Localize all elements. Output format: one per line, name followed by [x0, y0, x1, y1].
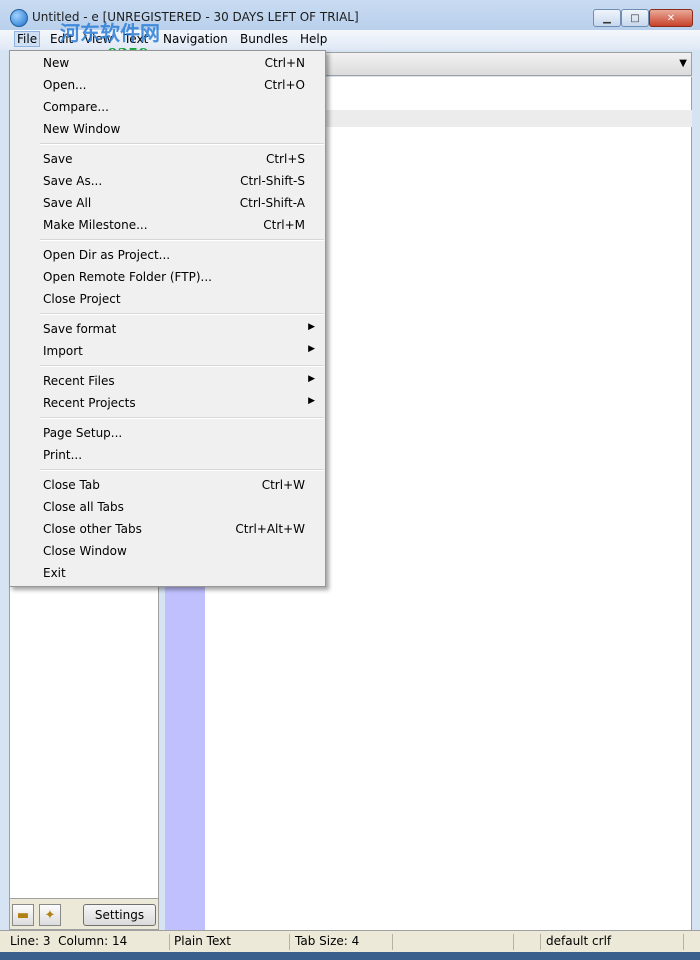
menu-separator: [40, 143, 324, 145]
new-file-button[interactable]: ✦: [39, 904, 61, 926]
menu-item-recent-files[interactable]: Recent Files ▶: [10, 370, 325, 392]
menu-item-shortcut: Ctrl+M: [263, 218, 305, 232]
status-bar: Line: 3 Column: 14 Plain Text Tab Size: …: [0, 930, 700, 952]
menu-item-shortcut: Ctrl+W: [261, 478, 305, 492]
menu-bundles[interactable]: Bundles: [238, 32, 290, 46]
menu-item-open[interactable]: Open... Ctrl+O: [10, 74, 325, 96]
status-column: Column: 14: [58, 934, 128, 948]
menu-item-label: Open Dir as Project...: [43, 248, 171, 262]
menu-item-label: Close other Tabs: [43, 522, 142, 536]
submenu-arrow-icon: ▶: [308, 396, 315, 406]
menu-item-label: Recent Projects: [43, 396, 136, 410]
menu-item-label: Open...: [43, 78, 87, 92]
maximize-icon: □: [630, 12, 640, 24]
menu-item-shortcut: Ctrl+N: [264, 56, 305, 70]
menu-item-label: Print...: [43, 448, 83, 462]
open-folder-button[interactable]: ▬: [12, 904, 34, 926]
submenu-arrow-icon: ▶: [308, 322, 315, 332]
status-line-column: Line: 3 Column: 14: [8, 934, 170, 950]
status-line-ending[interactable]: default crlf: [544, 934, 684, 950]
menu-separator: [40, 365, 324, 367]
menu-item-make-milestone[interactable]: Make Milestone... Ctrl+M: [10, 214, 325, 236]
close-button[interactable]: ✕: [649, 9, 693, 27]
menu-item-shortcut: Ctrl-Shift-S: [240, 174, 305, 188]
status-line: Line: 3: [10, 934, 51, 948]
menu-item-import[interactable]: Import ▶: [10, 340, 325, 362]
menu-navigation[interactable]: Navigation: [161, 32, 230, 46]
menu-item-label: Make Milestone...: [43, 218, 148, 232]
menu-item-label: Page Setup...: [43, 426, 123, 440]
menu-item-label: Save As...: [43, 174, 103, 188]
menu-separator: [40, 313, 324, 315]
settings-button[interactable]: Settings: [83, 904, 156, 926]
menu-file[interactable]: File: [14, 31, 41, 47]
menu-separator: [40, 417, 324, 419]
menu-item-label: Close all Tabs: [43, 500, 124, 514]
taskbar: [0, 952, 700, 960]
menu-item-label: Close Tab: [43, 478, 100, 492]
menu-item-open-remote-folder-ftp[interactable]: Open Remote Folder (FTP)...: [10, 266, 325, 288]
menu-item-shortcut: Ctrl-Shift-A: [239, 196, 305, 210]
menu-item-page-setup[interactable]: Page Setup...: [10, 422, 325, 444]
folder-icon: ▬: [16, 907, 30, 923]
menu-item-label: Import: [43, 344, 83, 358]
menu-item-close-other-tabs[interactable]: Close other Tabs Ctrl+Alt+W: [10, 518, 325, 540]
menu-item-label: Recent Files: [43, 374, 115, 388]
menu-item-new-window[interactable]: New Window: [10, 118, 325, 140]
menu-item-label: Compare...: [43, 100, 109, 114]
menu-item-label: Close Project: [43, 292, 121, 306]
menu-item-close-all-tabs[interactable]: Close all Tabs: [10, 496, 325, 518]
submenu-arrow-icon: ▶: [308, 374, 315, 384]
menu-item-compare[interactable]: Compare...: [10, 96, 325, 118]
menu-item-close-project[interactable]: Close Project: [10, 288, 325, 310]
menu-help[interactable]: Help: [298, 32, 329, 46]
maximize-button[interactable]: □: [621, 9, 649, 27]
menu-item-save-as[interactable]: Save As... Ctrl-Shift-S: [10, 170, 325, 192]
menu-item-label: Close Window: [43, 544, 127, 558]
app-logo-icon[interactable]: [10, 9, 28, 27]
menu-item-shortcut: Ctrl+O: [264, 78, 305, 92]
menu-item-label: Open Remote Folder (FTP)...: [43, 270, 212, 284]
menu-item-exit[interactable]: Exit: [10, 562, 325, 584]
menu-item-save-all[interactable]: Save All Ctrl-Shift-A: [10, 192, 325, 214]
menu-item-label: Exit: [43, 566, 66, 580]
menu-item-open-dir-as-project[interactable]: Open Dir as Project...: [10, 244, 325, 266]
menu-item-label: New: [43, 56, 70, 70]
menu-item-save-format[interactable]: Save format ▶: [10, 318, 325, 340]
menu-item-shortcut: Ctrl+Alt+W: [235, 522, 305, 536]
menu-separator: [40, 469, 324, 471]
menu-item-print[interactable]: Print...: [10, 444, 325, 466]
menu-item-new[interactable]: New Ctrl+N: [10, 52, 325, 74]
tab-list-dropdown-icon[interactable]: ▼: [679, 58, 687, 69]
app-window: Untitled - e [UNREGISTERED - 30 DAYS LEF…: [0, 0, 700, 960]
menu-item-label: Save All: [43, 196, 92, 210]
new-file-icon: ✦: [44, 907, 56, 923]
menu-item-save[interactable]: Save Ctrl+S: [10, 148, 325, 170]
close-icon: ✕: [666, 12, 676, 24]
status-tab-size[interactable]: Tab Size: 4: [293, 934, 393, 950]
menu-item-label: Save: [43, 152, 73, 166]
status-empty-1: [394, 934, 514, 950]
minimize-button[interactable]: ▁: [593, 9, 621, 27]
menu-item-close-tab[interactable]: Close Tab Ctrl+W: [10, 474, 325, 496]
submenu-arrow-icon: ▶: [308, 344, 315, 354]
status-syntax[interactable]: Plain Text: [172, 934, 290, 950]
watermark-cn: 河东软件网: [60, 21, 160, 45]
menu-item-recent-projects[interactable]: Recent Projects ▶: [10, 392, 325, 414]
menu-item-shortcut: Ctrl+S: [265, 152, 305, 166]
menu-item-label: New Window: [43, 122, 121, 136]
menu-item-close-window[interactable]: Close Window: [10, 540, 325, 562]
file-menu-dropdown: New Ctrl+N Open... Ctrl+O Compare... New Wind…: [9, 50, 326, 587]
minimize-icon: ▁: [603, 12, 611, 24]
menu-separator: [40, 239, 324, 241]
menu-item-label: Save format: [43, 322, 117, 336]
status-empty-2: [516, 934, 541, 950]
